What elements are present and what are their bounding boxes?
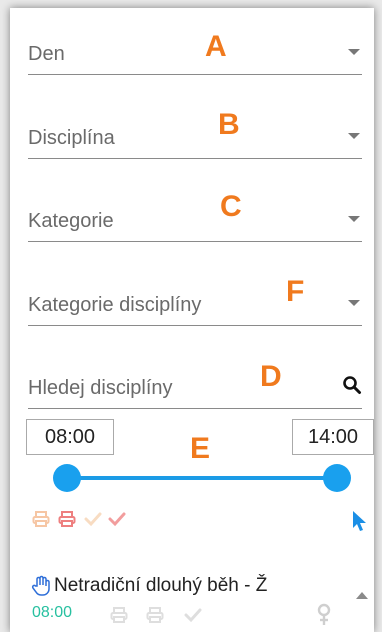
time-range-track[interactable]: [67, 476, 337, 480]
annotation-tag-c: C: [220, 190, 242, 223]
search-icon[interactable]: [342, 375, 362, 400]
female-icon: [316, 603, 332, 632]
chevron-down-icon[interactable]: [348, 300, 360, 306]
search-input[interactable]: Hledej disciplíny: [28, 377, 173, 400]
chevron-down-icon[interactable]: [348, 216, 360, 222]
discipline-category-select-label: Kategorie disciplíny: [28, 294, 202, 316]
discipline-select-label: Disciplína: [28, 127, 115, 149]
discipline-select[interactable]: Disciplína: [28, 118, 362, 159]
print-icon[interactable]: [110, 606, 128, 629]
annotation-tag-b: B: [218, 108, 240, 141]
chevron-down-icon[interactable]: [348, 49, 360, 55]
annotation-tag-e: E: [190, 432, 211, 465]
time-range-start-handle[interactable]: [53, 464, 81, 492]
discipline-category-select[interactable]: Kategorie disciplíny: [28, 285, 362, 326]
check-icon-light[interactable]: [84, 511, 102, 532]
annotation-tag-f: F: [286, 275, 305, 308]
category-select[interactable]: Kategorie: [28, 201, 362, 242]
hand-icon: [30, 575, 52, 602]
category-select-label: Kategorie: [28, 210, 114, 232]
list-item-title: Netradiční dlouhý běh - Ž: [54, 575, 268, 596]
filter-panel: Den A Disciplína B Kategorie C Kategorie…: [10, 8, 374, 632]
day-select-label: Den: [28, 43, 65, 65]
time-range-end-handle[interactable]: [323, 464, 351, 492]
time-from-input[interactable]: 08:00: [26, 419, 114, 455]
search-field[interactable]: Hledej disciplíny: [28, 368, 362, 409]
annotation-tag-d: D: [260, 360, 282, 393]
scroll-up-icon[interactable]: [356, 586, 368, 604]
annotation-tag-a: A: [205, 30, 227, 63]
print-icon[interactable]: [146, 606, 164, 629]
cursor-icon: [352, 510, 368, 537]
check-icon[interactable]: [108, 511, 126, 532]
list-item-time: 08:00: [32, 604, 73, 621]
print-icon[interactable]: [58, 510, 76, 533]
time-to-input[interactable]: 14:00: [292, 419, 374, 455]
chevron-down-icon[interactable]: [348, 133, 360, 139]
check-icon[interactable]: [184, 607, 202, 628]
day-select[interactable]: Den: [28, 34, 362, 75]
print-icon-light[interactable]: [32, 510, 50, 533]
